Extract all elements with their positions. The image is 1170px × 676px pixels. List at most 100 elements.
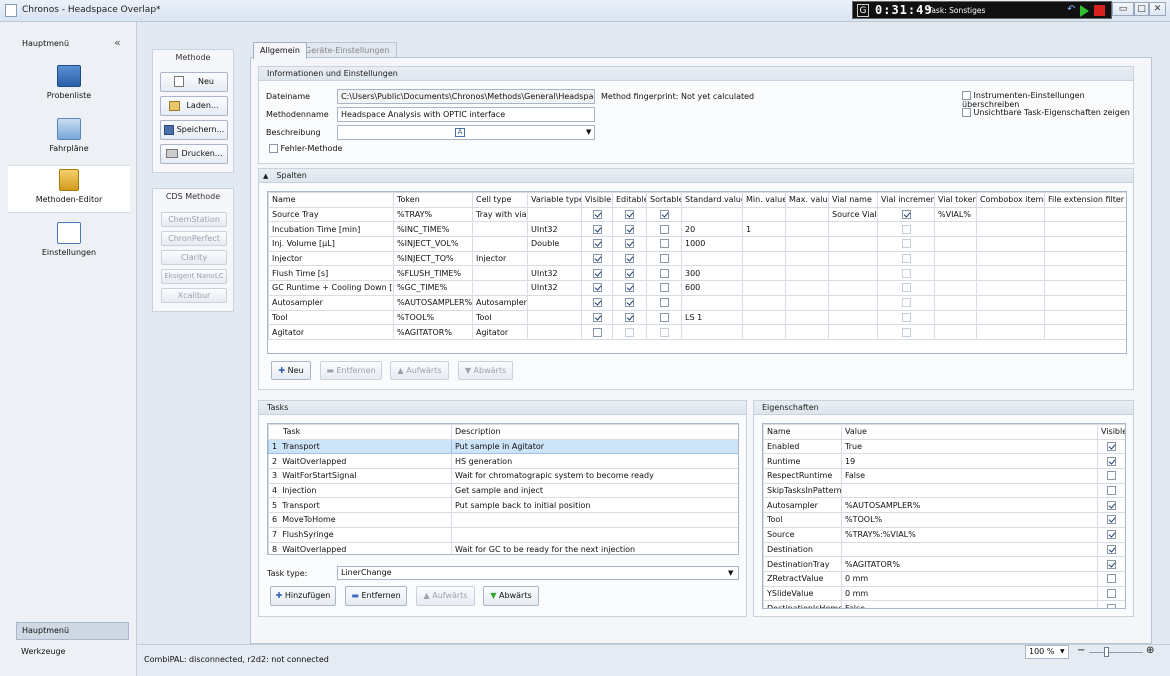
property-visible[interactable] <box>1097 541 1125 558</box>
undo-icon[interactable]: ↶ <box>1067 5 1077 16</box>
eksigent-button[interactable]: Eksigent NanoLC <box>161 269 227 284</box>
instrument-overwrite-checkbox[interactable]: Instrumenten-Einstellungen überschreiben <box>962 91 1133 109</box>
cell-vialname[interactable] <box>828 221 878 238</box>
checkbox[interactable] <box>1107 471 1116 481</box>
cell-max[interactable] <box>785 309 829 326</box>
cell-min[interactable] <box>742 236 786 252</box>
cell-max[interactable] <box>785 221 829 238</box>
spalten-aufwaerts-button[interactable]: ▲ Aufwärts <box>390 361 449 380</box>
property-row[interactable]: Enabled True <box>763 438 1125 455</box>
cell-name[interactable]: Autosampler <box>268 294 394 311</box>
zoom-slider[interactable] <box>1089 652 1143 653</box>
cell-vialincrement[interactable] <box>877 324 935 340</box>
cell-token[interactable]: %AGITATOR% <box>393 324 473 340</box>
cell-vartype[interactable]: Double <box>527 236 582 252</box>
cell-vialincrement[interactable] <box>877 206 935 223</box>
sidebar-tab-werkzeuge[interactable]: Werkzeuge <box>21 647 65 656</box>
cell-name[interactable]: GC Runtime + Cooling Down [s] <box>268 280 394 296</box>
cell-sortable[interactable] <box>646 250 682 267</box>
task-description[interactable]: Wait for chromatograpic system to become… <box>451 468 738 484</box>
property-row[interactable]: SkipTasksInPattern <box>763 482 1125 499</box>
cell-combobox[interactable] <box>976 250 1045 267</box>
columns-row[interactable]: Source Tray %TRAY% Tray with vial Source Vi… <box>268 206 1126 223</box>
task-description[interactable]: Put sample in Agitator <box>451 438 738 455</box>
zoom-in-icon[interactable]: ⊕ <box>1146 645 1154 656</box>
checkbox[interactable] <box>659 327 669 337</box>
beschreibung-field[interactable]: A ▼ <box>337 125 595 140</box>
zoom-out-icon[interactable]: − <box>1077 645 1085 656</box>
collapse-icon[interactable]: « <box>114 36 121 49</box>
task-abwaerts-button[interactable]: ▼ Abwärts <box>483 586 539 606</box>
checkbox[interactable] <box>901 283 911 293</box>
cell-token[interactable]: %TOOL% <box>393 309 473 326</box>
property-value[interactable]: 0 mm <box>841 570 1098 587</box>
cell-vialname[interactable] <box>828 294 878 311</box>
checkbox[interactable] <box>1107 500 1116 510</box>
checkbox[interactable] <box>1107 456 1116 466</box>
cell-vialname[interactable] <box>828 265 878 282</box>
cell-token[interactable]: %AUTOSAMPLER% <box>393 294 473 311</box>
columns-row[interactable]: Incubation Time [min] %INC_TIME% UInt32 20 1 <box>268 221 1126 238</box>
chronperfect-button[interactable]: ChronPerfect <box>161 231 227 246</box>
cell-token[interactable]: %INJECT_VOL% <box>393 236 473 252</box>
cell-vialincrement[interactable] <box>877 221 935 238</box>
cell-vialname[interactable]: Source Vial <box>828 206 878 223</box>
cell-sortable[interactable] <box>646 294 682 311</box>
property-value[interactable]: %TOOL% <box>841 512 1098 528</box>
cell-token[interactable]: %FLUSH_TIME% <box>393 265 473 282</box>
checkbox[interactable] <box>1107 515 1116 525</box>
task-row[interactable]: 6 MoveToHome <box>268 512 738 528</box>
task-description[interactable]: Wait for GC to be ready for the next inj… <box>451 541 738 554</box>
checkbox[interactable] <box>1107 574 1116 584</box>
checkbox[interactable] <box>592 210 602 220</box>
task-cell[interactable]: 5 Transport <box>268 497 452 514</box>
cell-fileext[interactable] <box>1044 309 1126 326</box>
task-row[interactable]: 7 FlushSyringe <box>268 526 738 543</box>
checkbox[interactable] <box>592 268 602 278</box>
task-hinzufuegen-button[interactable]: ✚ Hinzufügen <box>270 586 336 606</box>
cell-standard[interactable]: 300 <box>681 265 743 282</box>
property-row[interactable]: Source %TRAY%:%VIAL% <box>763 526 1125 543</box>
property-row[interactable]: DestinationTray %AGITATOR% <box>763 556 1125 572</box>
checkbox[interactable] <box>901 254 911 264</box>
checkbox-box[interactable] <box>962 108 971 117</box>
checkbox[interactable] <box>592 254 602 264</box>
cell-standard[interactable]: 1000 <box>681 236 743 252</box>
cell-min[interactable] <box>742 280 786 296</box>
columns-row[interactable]: GC Runtime + Cooling Down [s] %GC_TIME% UI… <box>268 280 1126 296</box>
cell-sortable[interactable] <box>646 221 682 238</box>
task-cell[interactable]: 4 Injection <box>268 482 452 499</box>
property-visible[interactable] <box>1097 600 1125 608</box>
cell-min[interactable] <box>742 265 786 282</box>
cell-combobox[interactable] <box>976 324 1045 340</box>
close-button[interactable]: ✕ <box>1149 2 1166 16</box>
cell-celltype[interactable]: Agitator <box>472 324 528 340</box>
property-value[interactable]: False <box>841 468 1098 484</box>
cell-visible[interactable] <box>581 280 613 296</box>
cell-visible[interactable] <box>581 236 613 252</box>
property-value[interactable]: 0 mm <box>841 585 1098 602</box>
checkbox[interactable] <box>659 224 669 234</box>
task-cell[interactable]: 7 FlushSyringe <box>268 526 452 543</box>
property-value[interactable]: %AGITATOR% <box>841 556 1098 572</box>
property-value[interactable]: %AUTOSAMPLER% <box>841 497 1098 514</box>
cell-editable[interactable] <box>612 236 647 252</box>
checkbox[interactable] <box>625 210 634 220</box>
cell-name[interactable]: Incubation Time [min] <box>268 221 394 238</box>
columns-row[interactable]: Tool %TOOL% Tool LS 1 <box>268 309 1126 326</box>
spalten-neu-button[interactable]: ✚ Neu <box>271 361 311 380</box>
checkbox[interactable] <box>1107 559 1116 569</box>
cell-vartype[interactable]: UInt32 <box>527 280 582 296</box>
cell-vialtoken[interactable] <box>934 309 977 326</box>
cell-celltype[interactable]: Autosampler <box>472 294 528 311</box>
cell-visible[interactable] <box>581 250 613 267</box>
cell-editable[interactable] <box>612 309 647 326</box>
cell-fileext[interactable] <box>1044 280 1126 296</box>
task-aufwaerts-button[interactable]: ▲ Aufwärts <box>416 586 475 606</box>
task-row[interactable]: 8 WaitOverlapped Wait for GC to be ready … <box>268 541 738 554</box>
cell-max[interactable] <box>785 280 829 296</box>
speichern-button[interactable]: Speichern... <box>160 120 228 140</box>
cell-vialtoken[interactable] <box>934 221 977 238</box>
cell-standard[interactable] <box>681 294 743 311</box>
columns-row[interactable]: Agitator %AGITATOR% Agitator <box>268 324 1126 340</box>
